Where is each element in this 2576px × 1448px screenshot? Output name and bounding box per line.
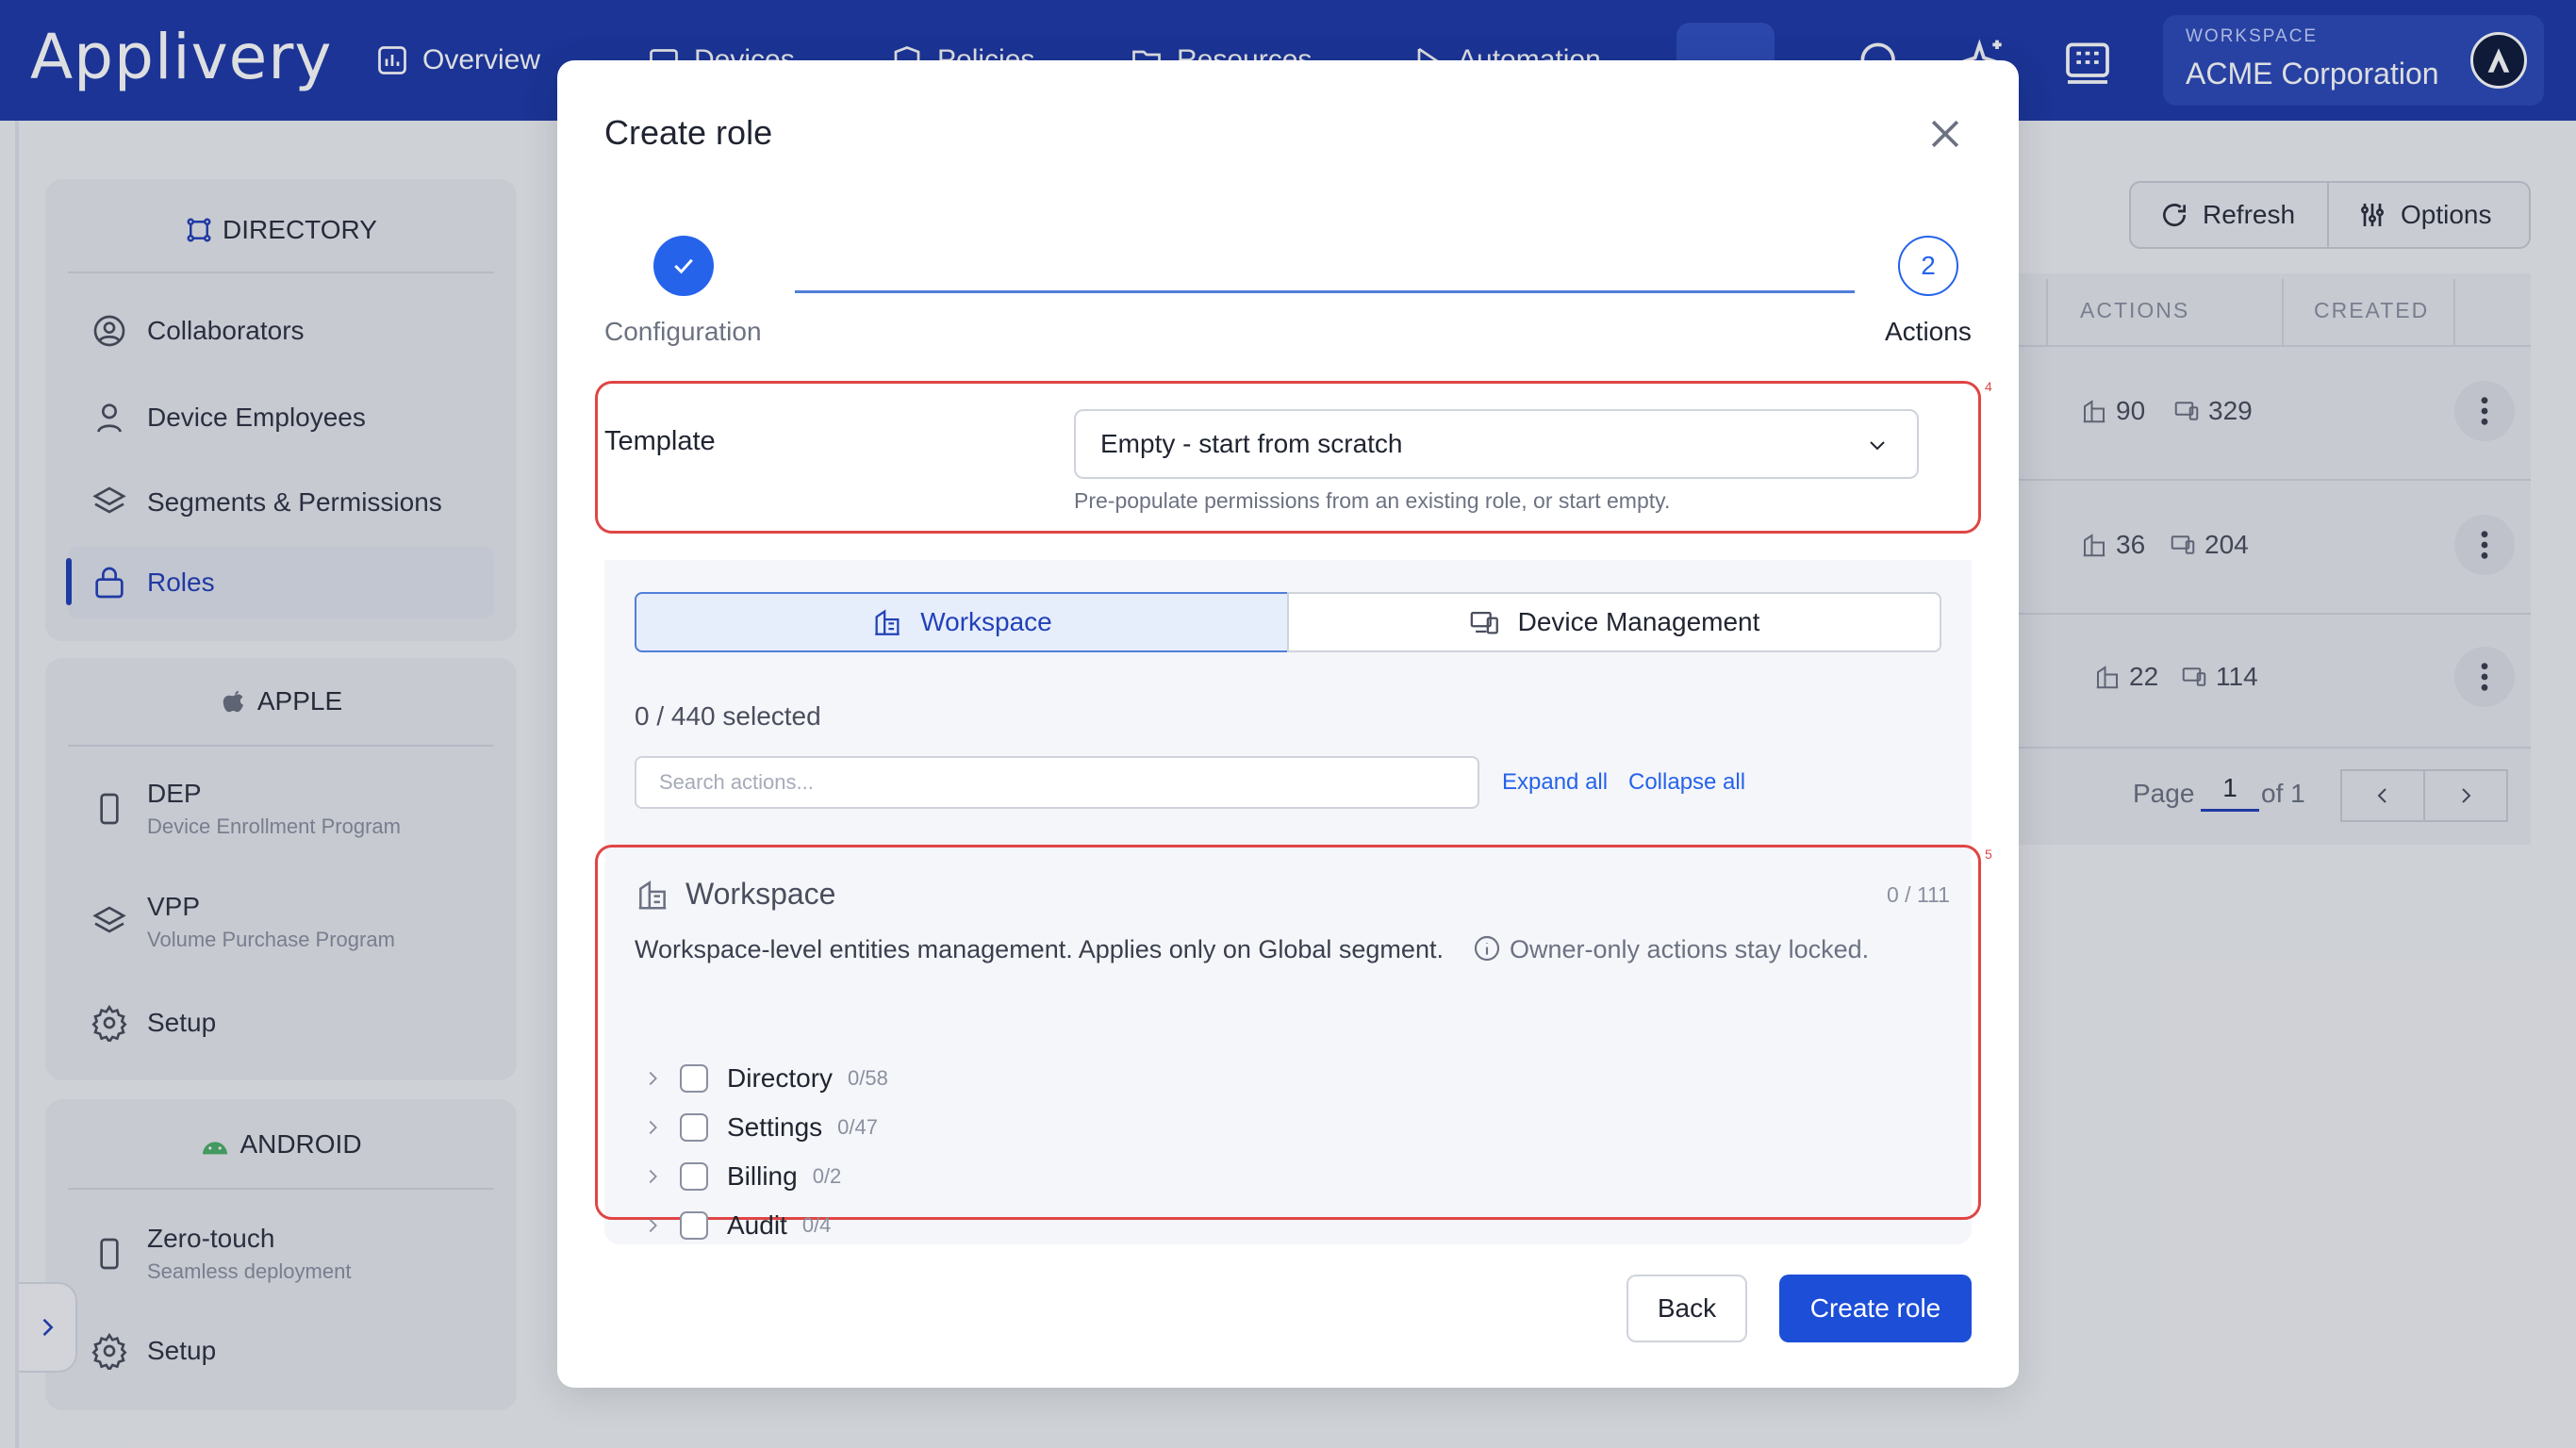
permission-count: 0/2 (812, 1164, 842, 1188)
check-icon (674, 258, 693, 274)
permission-row-audit: Audit 0/4 (642, 1207, 831, 1244)
collapse-all-link[interactable]: Collapse all (1628, 769, 1745, 796)
step-1-label: Configuration (604, 317, 762, 346)
building-icon (875, 609, 900, 635)
selected-count: 0 / 440 selected (635, 701, 821, 731)
chevron-right-icon[interactable] (642, 1215, 663, 1236)
stepper-progress-line (795, 290, 1855, 293)
permission-label: Audit (727, 1210, 787, 1240)
owner-only-note: Owner-only actions stay locked. (1510, 935, 1870, 963)
template-select-value: Empty - start from scratch (1100, 429, 1403, 458)
chevron-right-icon[interactable] (642, 1166, 663, 1187)
permission-label: Directory (727, 1063, 834, 1093)
permission-checkbox[interactable] (680, 1162, 708, 1191)
info-icon (1474, 935, 1500, 962)
highlight-number: 5 (1985, 847, 1992, 862)
group-selected-count: 0 / 111 (1887, 882, 1950, 907)
search-actions-input[interactable] (635, 756, 1479, 809)
step-2-indicator: 2 (1898, 236, 1958, 296)
permission-checkbox[interactable] (680, 1211, 708, 1240)
tab-label: Workspace (920, 607, 1052, 636)
group-title: Workspace (685, 877, 836, 911)
permission-count: 0/4 (801, 1213, 832, 1237)
expand-all-link[interactable]: Expand all (1502, 769, 1608, 796)
devices-icon (1470, 611, 1498, 634)
template-label: Template (604, 426, 716, 456)
modal-title: Create role (604, 113, 773, 152)
close-icon[interactable] (1924, 113, 1966, 155)
permission-row-directory: Directory 0/58 (642, 1060, 888, 1097)
tab-workspace[interactable]: Workspace (635, 592, 1289, 652)
permission-count: 0/58 (848, 1066, 888, 1090)
chevron-right-icon[interactable] (642, 1117, 663, 1138)
create-role-button[interactable]: Create role (1779, 1275, 1972, 1342)
permission-count: 0/47 (837, 1115, 878, 1139)
group-description: Workspace-level entities management. App… (635, 935, 1444, 963)
step-2-label: Actions (1885, 317, 1972, 346)
building-icon (638, 880, 667, 910)
tab-device-management[interactable]: Device Management (1287, 592, 1941, 652)
tab-label: Device Management (1517, 607, 1760, 636)
highlight-number: 4 (1985, 379, 1992, 394)
create-role-modal: Create role 2 Configuration Actions 4 Te… (557, 60, 2019, 1388)
chevron-down-icon (1870, 441, 1885, 451)
permission-label: Settings (727, 1112, 823, 1142)
back-button[interactable]: Back (1627, 1275, 1747, 1342)
template-help-text: Pre-populate permissions from an existin… (1074, 488, 1671, 513)
permission-checkbox[interactable] (680, 1064, 708, 1093)
template-select[interactable]: Empty - start from scratch (1074, 409, 1919, 479)
permission-label: Billing (727, 1161, 798, 1191)
step-1-indicator (653, 236, 714, 296)
chevron-right-icon[interactable] (642, 1068, 663, 1089)
permission-row-settings: Settings 0/47 (642, 1109, 878, 1146)
permission-checkbox[interactable] (680, 1113, 708, 1142)
permission-row-billing: Billing 0/2 (642, 1158, 841, 1195)
